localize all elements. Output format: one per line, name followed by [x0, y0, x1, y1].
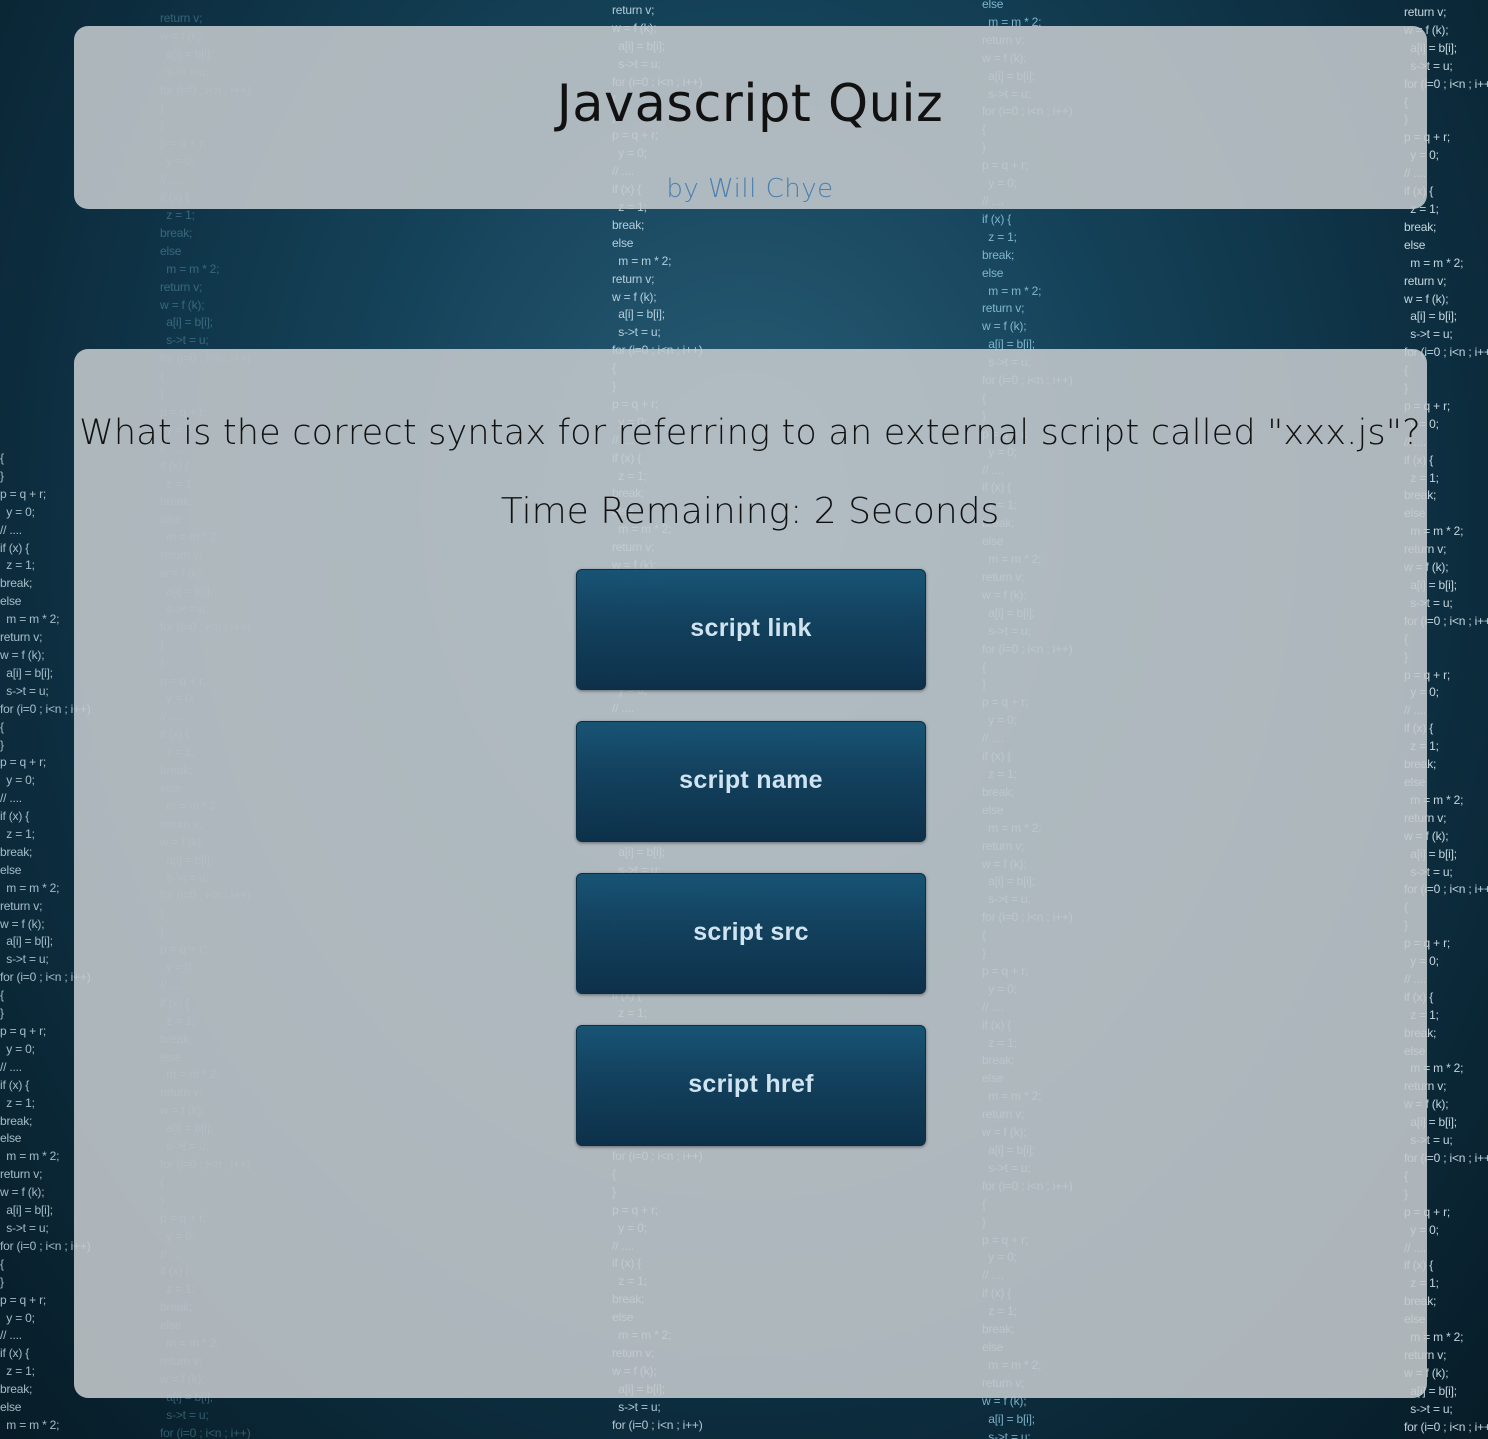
- answer-button-script-name[interactable]: script name: [576, 721, 926, 842]
- author-byline: by Will Chye: [666, 174, 834, 204]
- answer-label: script href: [688, 1070, 814, 1098]
- question-text: What is the correct syntax for referring…: [79, 413, 1421, 453]
- page-title: Javascript Quiz: [556, 74, 944, 134]
- answer-button-script-src[interactable]: script src: [576, 873, 926, 994]
- answer-label: script name: [679, 766, 823, 794]
- answer-label: script link: [690, 614, 812, 642]
- timer-text: Time Remaining: 2 Seconds: [500, 491, 1000, 532]
- answer-button-script-href[interactable]: script href: [576, 1025, 926, 1146]
- answer-button-script-link[interactable]: script link: [576, 569, 926, 690]
- answer-label: script src: [693, 918, 809, 946]
